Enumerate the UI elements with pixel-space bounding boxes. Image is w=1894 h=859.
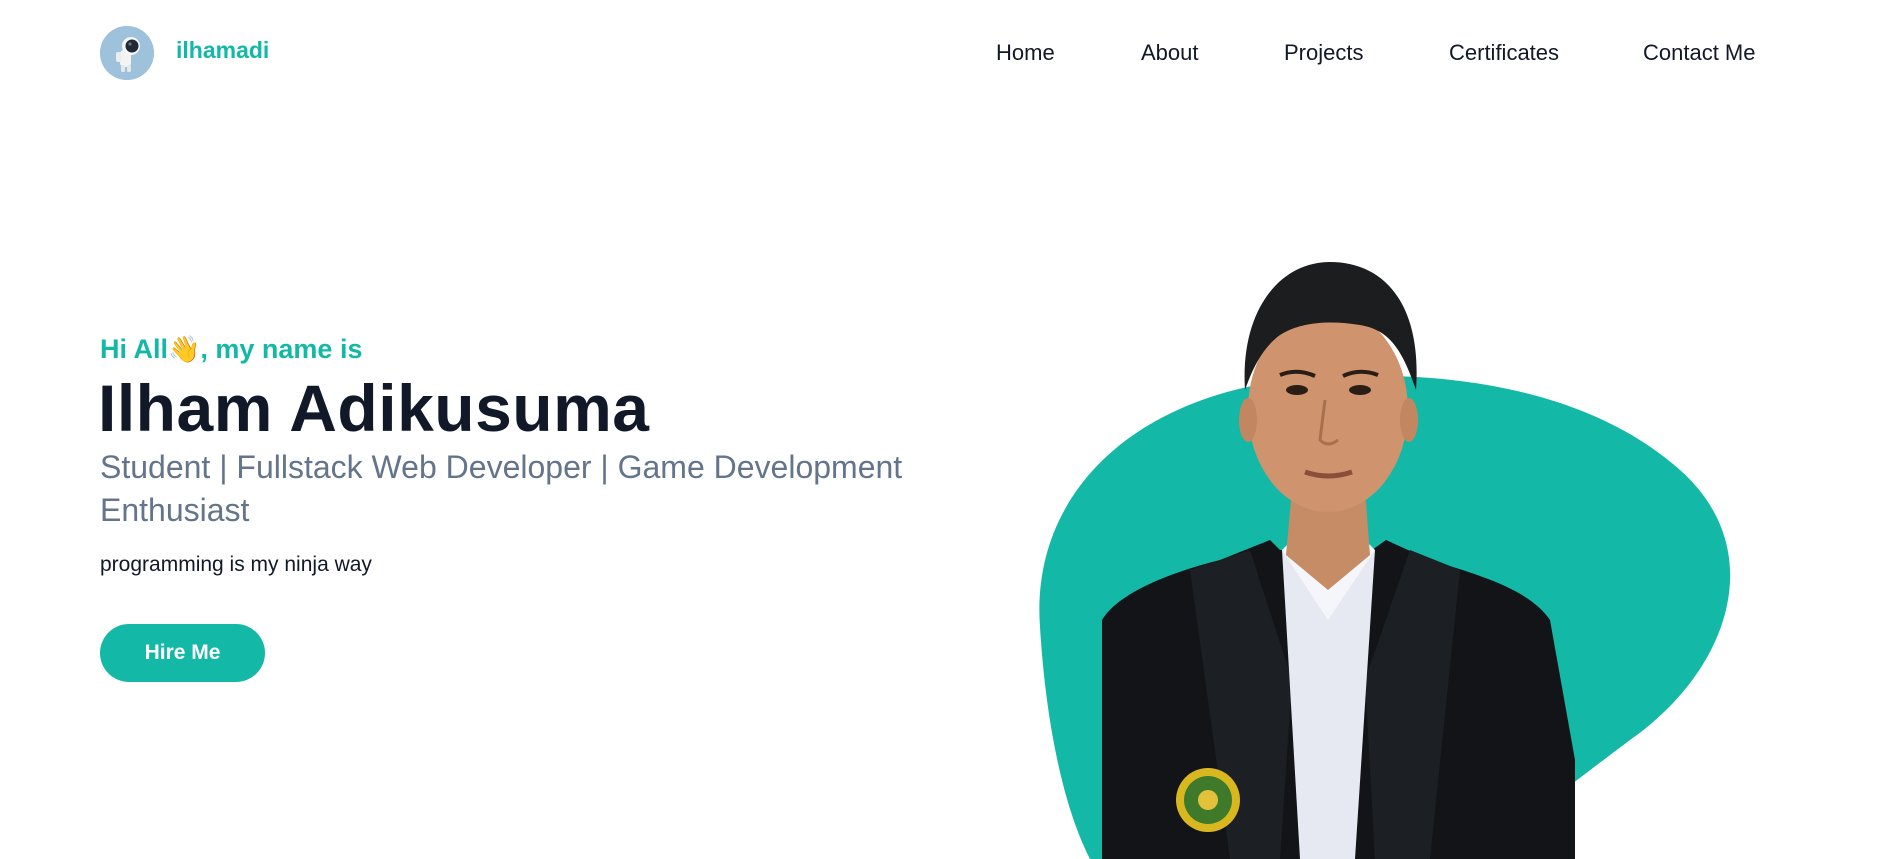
waving-hand-icon: 👋 [168, 335, 201, 365]
greeting-prefix: Hi All [100, 334, 169, 364]
nav-item-projects[interactable]: Projects [1284, 40, 1363, 66]
nav-item-about[interactable]: About [1141, 40, 1199, 66]
hero-tagline: programming is my ninja way [100, 553, 372, 576]
hire-me-button[interactable]: Hire Me [100, 624, 265, 682]
site-header: ilhamadi Home About Projects Certificate… [0, 0, 1894, 110]
main-nav: Home About Projects Certificates Contact… [0, 40, 1894, 70]
nav-item-certificates[interactable]: Certificates [1449, 40, 1559, 66]
hero-name: Ilham Adikusuma [98, 371, 650, 445]
nav-item-home[interactable]: Home [996, 40, 1055, 66]
hero-subtitle: Student | Fullstack Web Developer | Game… [100, 449, 903, 528]
portfolio-page: ilhamadi Home About Projects Certificate… [0, 0, 1894, 859]
hero-visual [1030, 240, 1750, 859]
greeting-suffix: , my name is [200, 334, 363, 364]
hero-greeting: Hi All👋, my name is [100, 334, 362, 365]
nav-item-contact-me[interactable]: Contact Me [1643, 40, 1756, 66]
